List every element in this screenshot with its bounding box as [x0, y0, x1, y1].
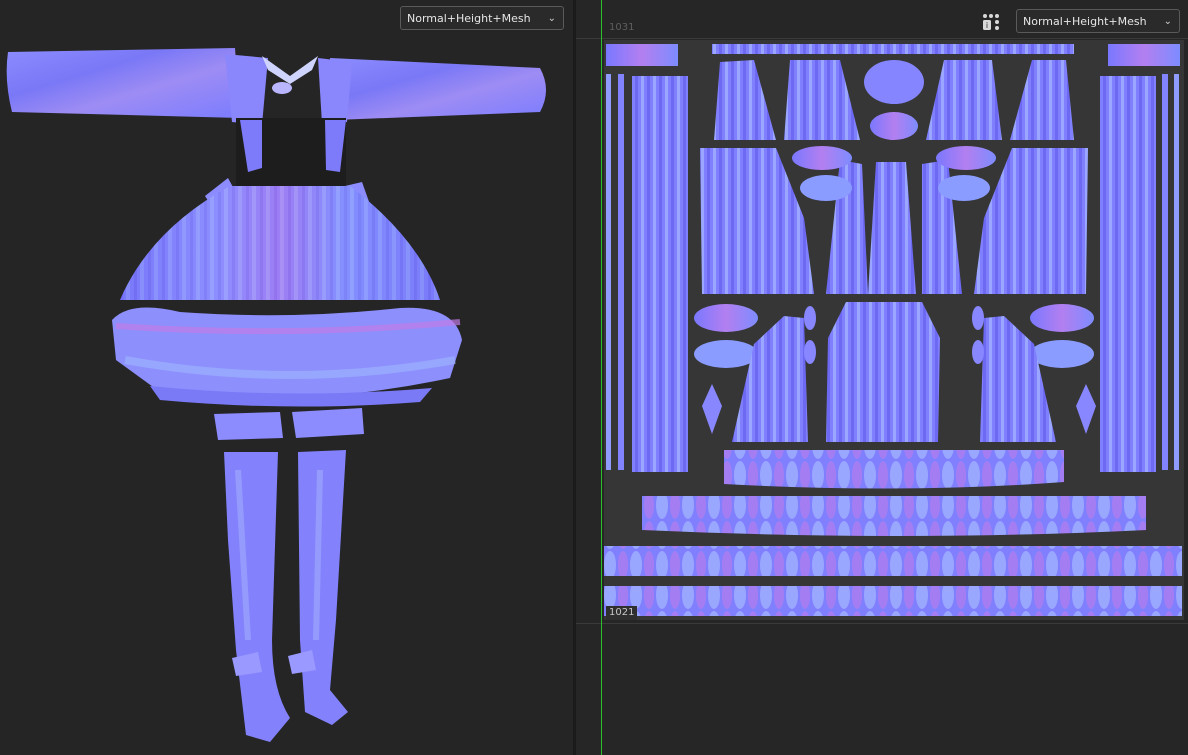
leg-left — [224, 452, 290, 742]
collar — [262, 56, 318, 84]
uv-tile-label-top: 1031 — [609, 22, 635, 33]
uv-island — [864, 60, 924, 104]
uv-island — [870, 112, 918, 140]
uv-island — [800, 175, 852, 201]
uv-island — [732, 316, 808, 442]
uv-island — [972, 306, 984, 330]
ankle-bow-right — [288, 650, 316, 674]
leg-right — [298, 450, 348, 725]
uv-island — [618, 74, 624, 470]
uv-island — [700, 148, 814, 294]
uv-island — [1162, 74, 1168, 470]
chevron-down-icon: ⌄ — [547, 13, 556, 24]
uv-island — [632, 76, 688, 472]
channel-dropdown[interactable]: Normal+Height+Mesh ⌄ — [400, 6, 564, 30]
uv-island — [1100, 76, 1156, 472]
uv-island — [1174, 74, 1179, 470]
chest-bow — [272, 82, 292, 94]
uv-island — [926, 60, 1002, 140]
uv-channel-dropdown-label: Normal+Height+Mesh — [1023, 15, 1147, 28]
garter-left — [214, 412, 283, 440]
uv-island — [712, 44, 1074, 54]
uv-island — [604, 546, 1182, 576]
uv-island — [1108, 44, 1180, 66]
right-sleeve — [330, 58, 546, 120]
uv-island — [972, 340, 984, 364]
uv-tile-border-bottom — [576, 623, 1188, 624]
uv-island — [936, 146, 996, 170]
shoulder-left — [225, 54, 268, 125]
uv-tile-border-top — [576, 38, 1188, 39]
uv-tile-label-bottom: 1021 — [606, 606, 638, 620]
uv-island — [1030, 304, 1094, 332]
viewport-3d[interactable]: Normal+Height+Mesh ⌄ — [0, 0, 573, 755]
uv-island — [868, 162, 916, 294]
left-sleeve — [6, 48, 240, 118]
uv-island — [1030, 340, 1094, 368]
uv-island — [980, 316, 1056, 442]
uv-island — [784, 60, 860, 140]
uv-channel-dropdown[interactable]: Normal+Height+Mesh ⌄ — [1016, 9, 1180, 33]
garter-right — [292, 408, 364, 438]
skirt-shade — [120, 186, 440, 300]
uv-island — [702, 384, 722, 434]
uv-island — [1076, 384, 1096, 434]
model-preview[interactable] — [0, 0, 573, 755]
uv-island — [974, 148, 1088, 294]
uv-island — [792, 146, 852, 170]
uv-island — [714, 60, 776, 140]
uv-v-axis — [601, 0, 602, 755]
uv-island — [642, 496, 1146, 536]
channel-dropdown-label: Normal+Height+Mesh — [407, 12, 531, 25]
uv-island — [606, 74, 611, 470]
uv-island — [938, 175, 990, 201]
chevron-down-icon: ⌄ — [1163, 16, 1172, 27]
ankle-bow-left — [232, 652, 262, 676]
uv-island — [804, 340, 816, 364]
uv-editor[interactable]: 1031 1021 i Normal+Height+Mesh ⌄ — [576, 0, 1188, 755]
uv-island — [724, 450, 1064, 489]
uv-island — [694, 340, 758, 368]
uv-island — [604, 586, 1182, 616]
uv-island — [694, 304, 758, 332]
uv-texture-sheet[interactable] — [604, 40, 1184, 620]
svg-text:i: i — [986, 21, 988, 30]
uv-island — [804, 306, 816, 330]
shoulder-right — [318, 58, 352, 124]
uv-island — [826, 302, 940, 442]
grid-dots-icon[interactable]: i — [981, 12, 1001, 32]
uv-island — [1010, 60, 1074, 140]
uv-island — [606, 44, 678, 66]
petticoat — [112, 307, 462, 399]
